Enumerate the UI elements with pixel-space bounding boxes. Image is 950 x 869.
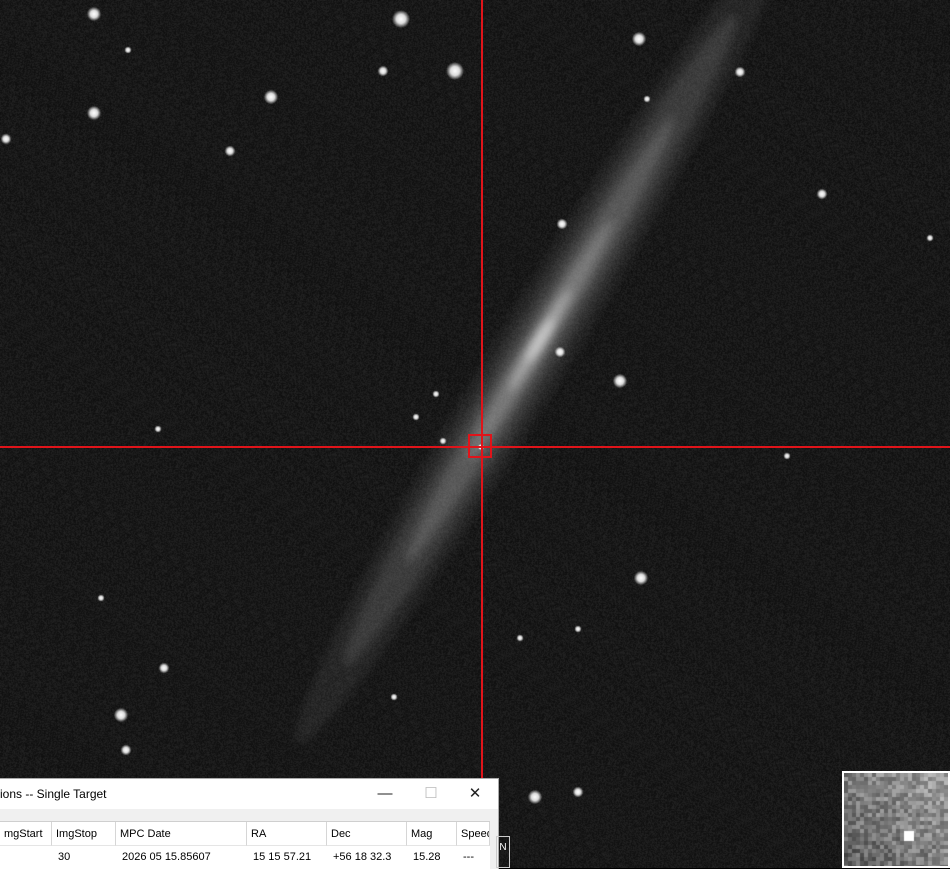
table-cell[interactable]: [0, 847, 52, 867]
table-cell[interactable]: 15.28: [409, 847, 457, 867]
zoom-preview-image: [844, 773, 948, 866]
column-header-ra[interactable]: RA: [247, 822, 327, 846]
north-compass-indicator: N: [496, 836, 510, 868]
table-cell[interactable]: +56 18 32.3: [329, 847, 407, 867]
dialog-title: ions -- Single Target: [0, 787, 107, 801]
maximize-icon[interactable]: ☐: [408, 779, 454, 809]
table-cell[interactable]: ---: [459, 847, 490, 867]
table-cell[interactable]: 2026 05 15.85607: [118, 847, 247, 867]
column-header-mpc-date[interactable]: MPC Date: [116, 822, 247, 846]
minimize-icon[interactable]: —: [362, 779, 408, 809]
dialog-titlebar[interactable]: ions -- Single Target — ☐ ✕: [0, 779, 498, 809]
table-cell[interactable]: 15 15 57.21: [249, 847, 327, 867]
single-target-dialog[interactable]: ions -- Single Target — ☐ ✕ mgStart ImgS…: [0, 778, 499, 869]
observations-table[interactable]: mgStart ImgStop MPC Date RA Dec Mag Spee…: [0, 821, 490, 869]
column-header-imgstart[interactable]: mgStart: [0, 822, 52, 846]
column-header-speed[interactable]: Speed: [457, 822, 490, 846]
column-header-dec[interactable]: Dec: [327, 822, 407, 846]
column-header-mag[interactable]: Mag: [407, 822, 457, 846]
close-icon[interactable]: ✕: [452, 779, 498, 809]
table-cell[interactable]: 30: [54, 847, 116, 867]
column-header-imgstop[interactable]: ImgStop: [52, 822, 116, 846]
zoom-preview-panel: [842, 771, 950, 868]
target-marker-box[interactable]: [468, 434, 492, 458]
